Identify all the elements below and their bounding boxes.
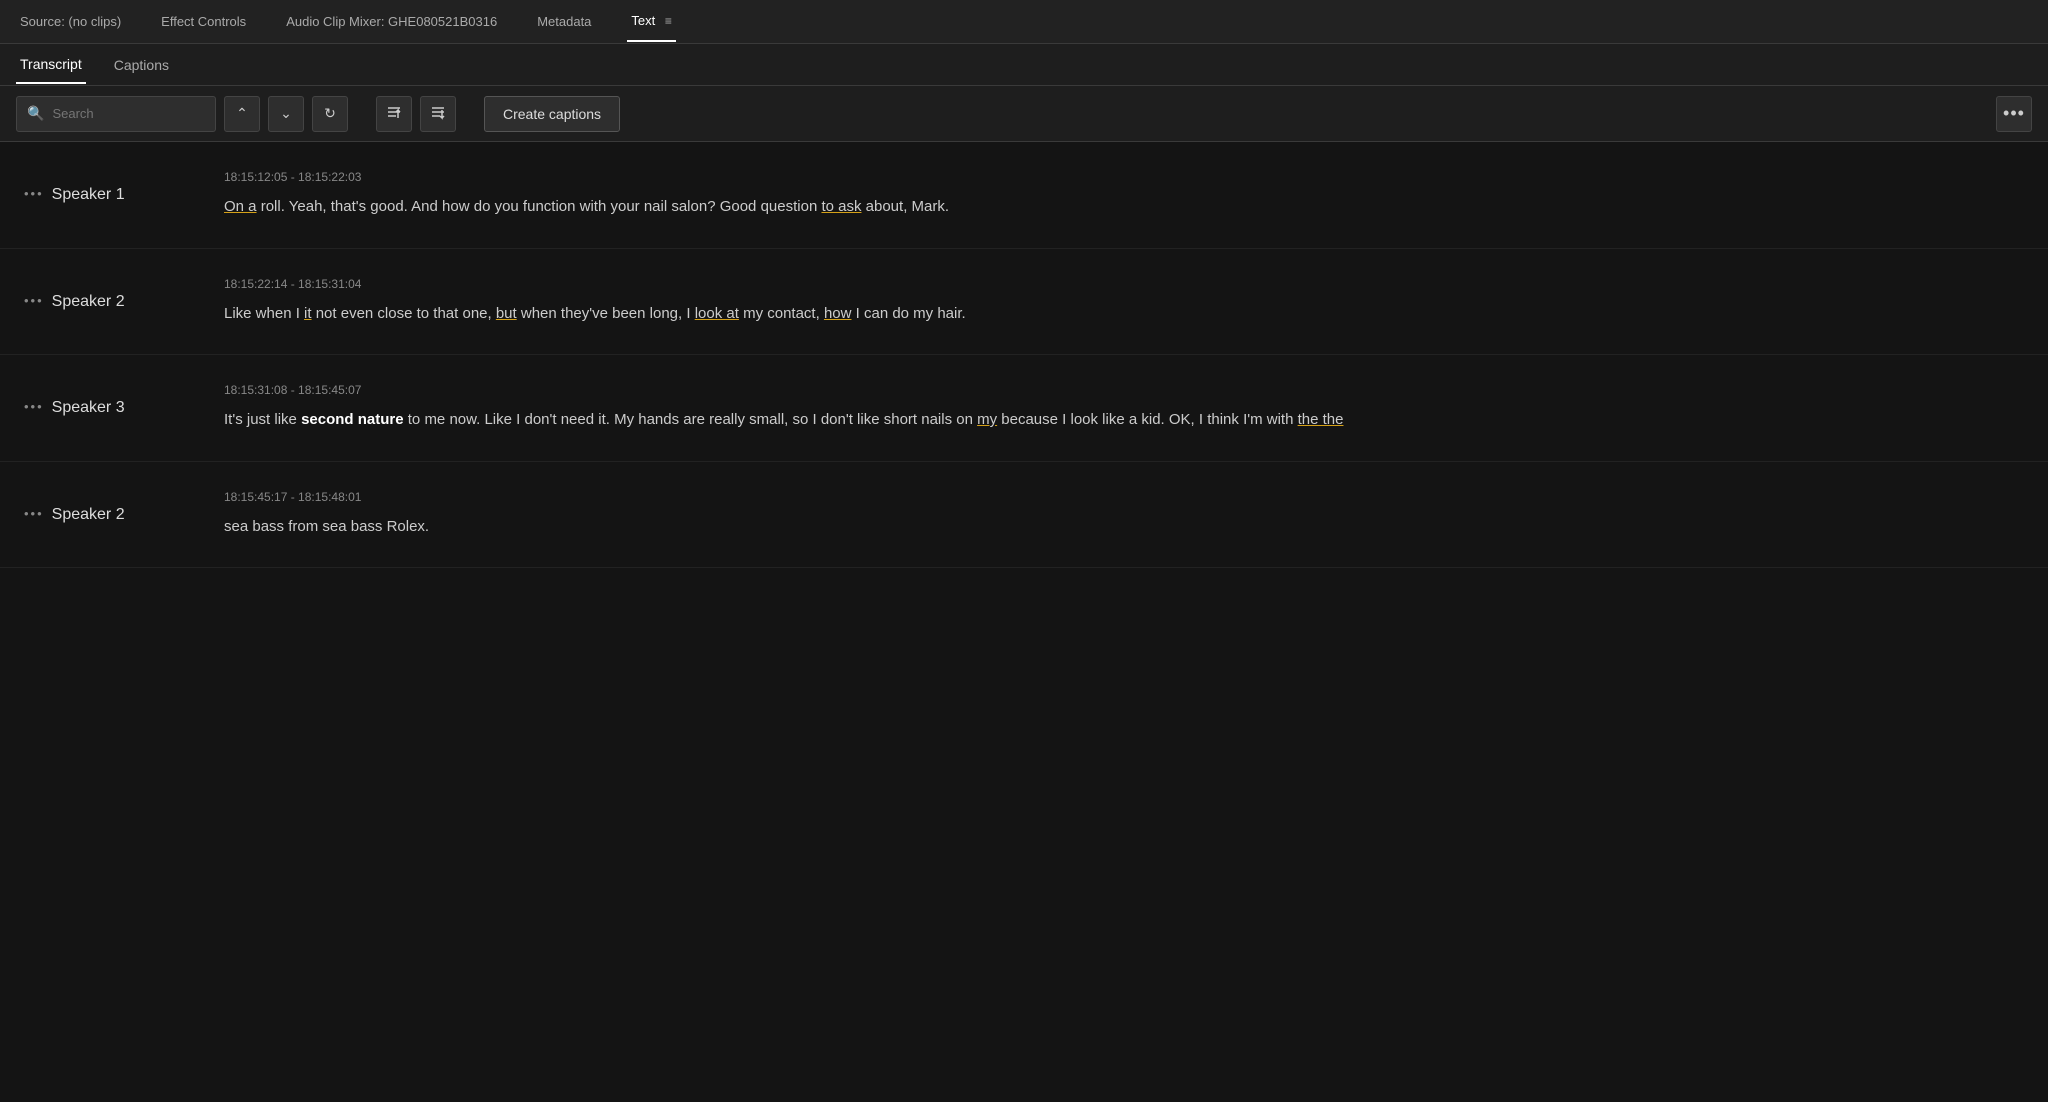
navigate-down-button[interactable]: ⌄: [268, 96, 304, 132]
refresh-button[interactable]: ↻: [312, 96, 348, 132]
tab-source[interactable]: Source: (no clips): [16, 2, 125, 41]
up-arrow-icon: ⌃: [236, 105, 248, 122]
sub-tab-bar: Transcript Captions: [0, 44, 2048, 86]
tab-menu-icon[interactable]: ≡: [665, 14, 672, 28]
transcript-entry: ••• Speaker 2 18:15:22:14 - 18:15:31:04 Lik…: [0, 249, 2048, 356]
tab-effect-controls[interactable]: Effect Controls: [157, 2, 250, 41]
transcript-entry: ••• Speaker 1 18:15:12:05 - 18:15:22:03 On …: [0, 142, 2048, 249]
speaker-col: ••• Speaker 2: [24, 490, 204, 524]
text-segment: Like when I: [224, 305, 304, 322]
timestamp: 18:15:31:08 - 18:15:45:07: [224, 383, 2024, 397]
tab-metadata[interactable]: Metadata: [533, 2, 595, 41]
text-segment: it: [304, 305, 312, 322]
down-arrow-icon: ⌄: [280, 105, 292, 122]
speaker-col: ••• Speaker 1: [24, 170, 204, 204]
speaker-col: ••• Speaker 2: [24, 277, 204, 311]
speaker-menu-button[interactable]: •••: [24, 506, 44, 521]
align-down-icon: [430, 104, 446, 123]
speaker-col: ••• Speaker 3: [24, 383, 204, 417]
search-box: 🔍: [16, 96, 216, 132]
text-segment: my contact,: [739, 305, 824, 322]
transcript-body: 18:15:22:14 - 18:15:31:04 Like when I it …: [224, 277, 2024, 327]
search-icon: 🔍: [27, 105, 44, 122]
text-segment: about, Mark.: [861, 198, 949, 215]
speaker-menu-button[interactable]: •••: [24, 186, 44, 201]
text-segment: second nature: [301, 411, 404, 428]
transcript-text: sea bass from sea bass Rolex.: [224, 514, 2024, 540]
timestamp: 18:15:12:05 - 18:15:22:03: [224, 170, 2024, 184]
text-segment: because I look like a kid. OK, I think I…: [997, 411, 1298, 428]
speaker-menu-button[interactable]: •••: [24, 293, 44, 308]
text-segment: roll. Yeah, that's good. And how do you …: [257, 198, 822, 215]
text-segment: when they've been long, I: [517, 305, 695, 322]
speaker-name: Speaker 1: [52, 186, 125, 204]
transcript-body: 18:15:31:08 - 18:15:45:07 It's just like …: [224, 383, 2024, 433]
tab-bar: Source: (no clips) Effect Controls Audio…: [0, 0, 2048, 44]
navigate-up-button[interactable]: ⌃: [224, 96, 260, 132]
text-segment: sea bass from sea bass Rolex.: [224, 518, 429, 535]
text-segment: On a: [224, 198, 257, 215]
text-segment: to ask: [821, 198, 861, 215]
transcript-body: 18:15:12:05 - 18:15:22:03 On a roll. Yeah…: [224, 170, 2024, 220]
timestamp: 18:15:22:14 - 18:15:31:04: [224, 277, 2024, 291]
transcript-entry: ••• Speaker 3 18:15:31:08 - 18:15:45:07 It'…: [0, 355, 2048, 462]
text-segment: but: [496, 305, 517, 322]
text-segment: my: [977, 411, 997, 428]
text-segment: how: [824, 305, 852, 322]
text-segment: to me now. Like I don't need it. My hand…: [404, 411, 978, 428]
transcript-content: ••• Speaker 1 18:15:12:05 - 18:15:22:03 On …: [0, 142, 2048, 1102]
text-segment: not even close to that one,: [312, 305, 496, 322]
tab-text[interactable]: Text ≡: [627, 1, 675, 42]
align-up-icon: [386, 104, 402, 123]
text-segment: the the: [1298, 411, 1344, 428]
create-captions-button[interactable]: Create captions: [484, 96, 620, 132]
align-up-button[interactable]: [376, 96, 412, 132]
timestamp: 18:15:45:17 - 18:15:48:01: [224, 490, 2024, 504]
transcript-text: Like when I it not even close to that on…: [224, 301, 2024, 327]
speaker-name: Speaker 2: [52, 506, 125, 524]
speaker-name: Speaker 3: [52, 399, 125, 417]
align-down-button[interactable]: [420, 96, 456, 132]
tab-audio-clip-mixer[interactable]: Audio Clip Mixer: GHE080521B0316: [282, 2, 501, 41]
transcript-text: It's just like second nature to me now. …: [224, 407, 2024, 433]
transcript-entry: ••• Speaker 2 18:15:45:17 - 18:15:48:01 sea…: [0, 462, 2048, 569]
sub-tab-captions[interactable]: Captions: [110, 47, 173, 83]
search-input[interactable]: [52, 106, 192, 121]
transcript-body: 18:15:45:17 - 18:15:48:01 sea bass from s…: [224, 490, 2024, 540]
more-options-button[interactable]: •••: [1996, 96, 2032, 132]
more-icon: •••: [2003, 103, 2025, 124]
speaker-menu-button[interactable]: •••: [24, 399, 44, 414]
speaker-name: Speaker 2: [52, 293, 125, 311]
text-segment: It's just like: [224, 411, 301, 428]
text-segment: look at: [695, 305, 739, 322]
transcript-text: On a roll. Yeah, that's good. And how do…: [224, 194, 2024, 220]
refresh-icon: ↻: [324, 105, 336, 122]
sub-tab-transcript[interactable]: Transcript: [16, 46, 86, 84]
toolbar: 🔍 ⌃ ⌄ ↻ Create captio: [0, 86, 2048, 142]
text-segment: I can do my hair.: [851, 305, 965, 322]
